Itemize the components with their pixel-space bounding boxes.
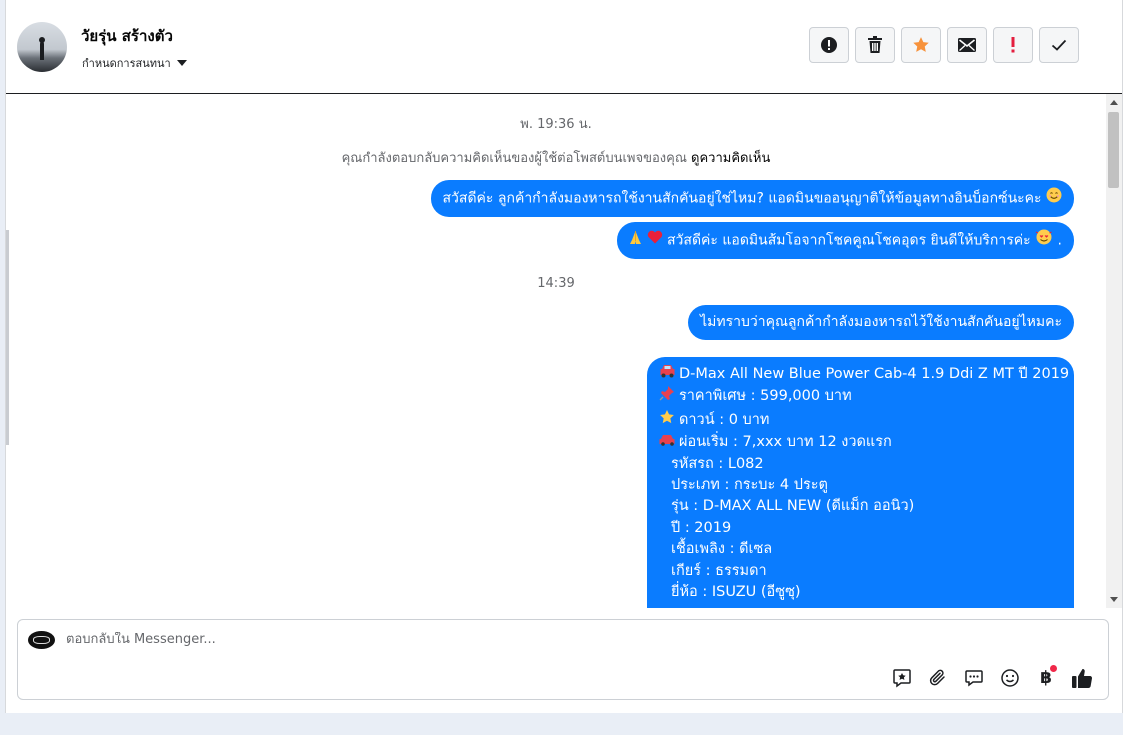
- payment-button[interactable]: ฿: [1034, 665, 1058, 690]
- pushpin-icon: [659, 385, 679, 408]
- smile-emoji-icon: [1046, 187, 1062, 210]
- car-listing-message[interactable]: D-Max All New Blue Power Cab-4 1.9 Ddi Z…: [647, 357, 1074, 608]
- praying-hands-emoji-icon: [629, 230, 642, 252]
- card-installment: ผ่อนเริ่ม : 7,xxx บาท 12 งวดแรก: [679, 434, 892, 451]
- important-icon: [1011, 37, 1015, 53]
- car-icon: [659, 432, 679, 453]
- mark-done-button[interactable]: [1039, 27, 1079, 63]
- scrollbar[interactable]: [1106, 94, 1122, 608]
- conversation-header: วัยรุ่น สร้างตัว กำหนดการสนทนา: [6, 0, 1122, 94]
- conversation-settings-label: กำหนดการสนทนา: [82, 57, 171, 70]
- card-brand-row: ยี่ห้อ : ISUZU (อีซูซุ): [671, 584, 801, 601]
- caret-down-icon: [176, 60, 187, 66]
- star-emoji-icon: [659, 409, 679, 432]
- red-heart-emoji-icon: [647, 230, 663, 251]
- emoji-icon: [1001, 669, 1019, 687]
- card-title: D-Max All New Blue Power Cab-4 1.9 Ddi Z…: [679, 366, 1070, 382]
- card-type-row: ประเภท : กระบะ 4 ประตู: [671, 477, 828, 494]
- saved-reply-icon: [893, 669, 911, 688]
- page-avatar: [28, 631, 55, 649]
- reply-context-notice: คุณกำลังตอบกลับความคิดเห็นของผู้ใช้ต่อโพ…: [6, 147, 1106, 168]
- attach-button[interactable]: [926, 666, 950, 690]
- message-text: ไม่ทราบว่าคุณลูกค้ากำลังมองหารถไว้ใช้งาน…: [700, 314, 1062, 330]
- alert-circle-icon: [821, 37, 837, 53]
- message-suffix: .: [1057, 232, 1062, 249]
- timestamp: 14:39: [537, 276, 575, 291]
- card-code-row: รหัสรถ : L082: [671, 455, 764, 472]
- notice-text: คุณกำลังตอบกลับความคิดเห็นของผู้ใช้ต่อโพ…: [341, 151, 687, 166]
- reply-input[interactable]: [66, 632, 866, 647]
- card-down-row: ดาวน์ : 0 บาท: [659, 409, 1062, 432]
- chat-icon: [965, 670, 983, 687]
- message-thread[interactable]: พ. 19:36 น. คุณกำลังตอบกลับความคิดเห็นขอ…: [6, 94, 1106, 608]
- scroll-up-arrow-icon[interactable]: [1110, 100, 1118, 105]
- like-button[interactable]: [1070, 666, 1094, 690]
- thumbs-up-icon: [1072, 669, 1093, 689]
- card-title-row: D-Max All New Blue Power Cab-4 1.9 Ddi Z…: [659, 364, 1069, 385]
- check-icon: [1051, 39, 1067, 51]
- important-button[interactable]: [993, 27, 1033, 63]
- heart-eyes-emoji-icon: [1035, 229, 1053, 252]
- card-gear-row: เกียร์ : ธรรมดา: [671, 562, 767, 579]
- timestamp: พ. 19:36 น.: [520, 117, 592, 132]
- composer-tools: ฿: [890, 665, 1094, 690]
- view-comment-link[interactable]: ดูความคิดเห็น: [691, 151, 770, 166]
- card-down: ดาวน์ : 0 บาท: [679, 411, 770, 428]
- message-bubble[interactable]: สวัสดีค่ะ ลูกค้ากำลังมองหารถใช้งานสักคัน…: [430, 180, 1074, 217]
- scroll-down-arrow-icon[interactable]: [1110, 597, 1118, 602]
- avatar[interactable]: [17, 22, 67, 72]
- mail-icon: [958, 38, 976, 52]
- message-bubble[interactable]: สวัสดีค่ะ แอดมินส้มโอจากโชคคูณโชคอุดร ยิ…: [617, 222, 1074, 259]
- star-button[interactable]: [901, 27, 941, 63]
- messenger-panel: วัยรุ่น สร้างตัว กำหนดการสนทนา พ. 19:36 …: [5, 0, 1123, 713]
- trash-icon: [868, 36, 882, 53]
- mark-unread-button[interactable]: [947, 27, 987, 63]
- emoji-button[interactable]: [998, 666, 1022, 690]
- scrollbar-thumb[interactable]: [1108, 112, 1119, 188]
- quick-reply-button[interactable]: [962, 666, 986, 690]
- saved-reply-button[interactable]: [890, 666, 914, 690]
- star-icon: [913, 37, 929, 52]
- mark-spam-button[interactable]: [809, 27, 849, 63]
- delete-button[interactable]: [855, 27, 895, 63]
- card-fuel-row: เชื้อเพลิง : ดีเซล: [671, 541, 773, 558]
- message-text: สวัสดีค่ะ ลูกค้ากำลังมองหารถใช้งานสักคัน…: [442, 190, 1042, 207]
- card-price-row: ราคาพิเศษ : 599,000 บาท: [659, 385, 1062, 408]
- attachment-icon: [929, 669, 945, 686]
- message-bubble[interactable]: ไม่ทราบว่าคุณลูกค้ากำลังมองหารถไว้ใช้งาน…: [688, 305, 1074, 340]
- contact-name[interactable]: วัยรุ่น สร้างตัว: [81, 24, 173, 48]
- card-year-row: ปี : 2019: [671, 519, 732, 536]
- car-icon: [659, 364, 679, 385]
- card-price: ราคาพิเศษ : 599,000 บาท: [679, 388, 852, 405]
- message-text: สวัสดีค่ะ แอดมินส้มโอจากโชคคูณโชคอุดร ยิ…: [667, 232, 1031, 249]
- card-model-row: รุ่น : D-MAX ALL NEW (ดีแม็ก ออนิว): [671, 498, 915, 515]
- header-actions: [809, 27, 1079, 63]
- reply-composer: ฿: [17, 619, 1109, 700]
- card-installment-row: ผ่อนเริ่ม : 7,xxx บาท 12 งวดแรก: [659, 432, 1062, 453]
- notification-dot: [1050, 665, 1057, 672]
- conversation-settings-dropdown[interactable]: กำหนดการสนทนา: [82, 54, 187, 72]
